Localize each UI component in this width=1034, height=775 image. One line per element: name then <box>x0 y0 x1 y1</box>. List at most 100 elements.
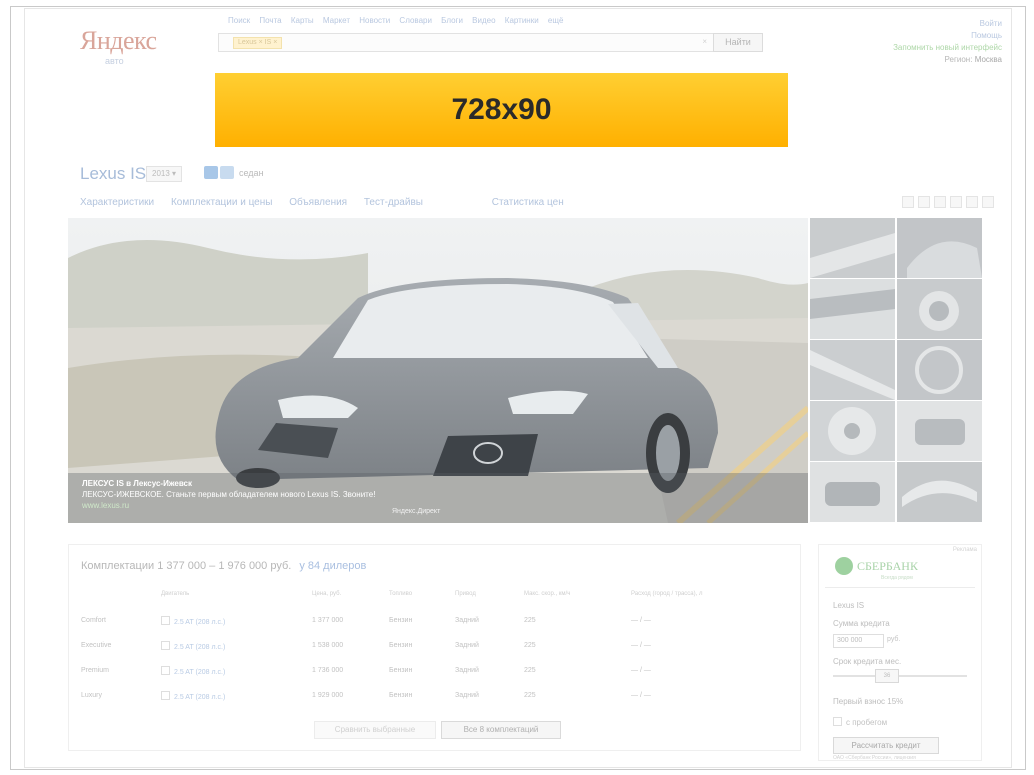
column-header-drive: Привод <box>455 591 476 597</box>
region-value[interactable]: Москва <box>975 55 1002 64</box>
service-link-video[interactable]: Видео <box>472 16 495 25</box>
thumbnail[interactable] <box>897 279 982 339</box>
photo-caption-ad[interactable]: ЛЕКСУС IS в Лексус-Ижевск ЛЕКСУС-ИЖЕВСКО… <box>82 478 375 511</box>
tab-configurations[interactable]: Комплектации и цены <box>171 197 273 208</box>
calculate-credit-button[interactable]: Рассчитать кредит <box>833 737 939 754</box>
thumbnail[interactable] <box>810 279 895 339</box>
ad-label: Реклама <box>952 547 977 553</box>
config-engine-link[interactable]: 2.5 AT (208 л.с.) <box>161 666 225 676</box>
region-selector[interactable]: Регион: Москва <box>893 54 1002 66</box>
config-fuel: Бензин <box>389 667 413 674</box>
tab-listings[interactable]: Объявления <box>289 197 347 208</box>
view-switcher <box>902 196 994 208</box>
compare-checkbox[interactable] <box>161 641 170 650</box>
slider-handle[interactable]: 36 <box>875 669 899 683</box>
config-fuel: Бензин <box>389 642 413 649</box>
login-link[interactable]: Войти <box>893 18 1002 30</box>
credit-model: Lexus IS <box>833 601 865 610</box>
model-tabs: Характеристики Комплектации и цены Объяв… <box>80 197 578 208</box>
thumbnail[interactable] <box>810 401 895 461</box>
thumbnail[interactable] <box>897 401 982 461</box>
thumbnail[interactable] <box>897 462 982 522</box>
column-header-consumption: Расход (город / трасса), л <box>631 591 703 597</box>
config-speed: 225 <box>524 667 536 674</box>
compare-checkbox[interactable] <box>161 691 170 700</box>
all-configurations-button[interactable]: Все 8 комплектаций <box>441 721 561 739</box>
search-button[interactable]: Найти <box>713 33 763 52</box>
compare-selected-button[interactable]: Сравнить выбранные <box>314 721 436 739</box>
credit-term-label: Срок кредита мес. <box>833 657 902 666</box>
caption-link[interactable]: www.lexus.ru <box>82 500 375 511</box>
credit-amount-input[interactable]: 300 000 <box>833 634 884 648</box>
header-user-panel: Войти Помощь Запомнить новый интерфейс Р… <box>893 18 1002 66</box>
body-type-label: седан <box>239 168 264 178</box>
service-link-search[interactable]: Поиск <box>228 16 250 25</box>
remember-interface-link[interactable]: Запомнить новый интерфейс <box>893 42 1002 54</box>
sedan-body-icon[interactable] <box>204 166 218 179</box>
view-icon-6[interactable] <box>982 196 994 208</box>
divider <box>825 587 975 588</box>
dealers-link[interactable]: у 84 дилеров <box>299 560 366 572</box>
config-name: Executive <box>81 642 112 649</box>
sberbank-credit-widget: Реклама СБЕРБАНК Всегда рядом Lexus IS С… <box>818 544 982 761</box>
column-header-price: Цена, руб. <box>312 591 342 597</box>
search-input[interactable]: Lexus × IS × × <box>218 33 716 52</box>
credit-amount-label: Сумма кредита <box>833 619 890 628</box>
config-drive: Задний <box>455 617 479 624</box>
thumbnail[interactable] <box>810 340 895 400</box>
view-icon-3[interactable] <box>934 196 946 208</box>
view-icon-1[interactable] <box>902 196 914 208</box>
config-price: 1 538 000 <box>312 642 344 649</box>
search-filter-chip[interactable]: Lexus × IS × <box>233 37 283 49</box>
photo-thumbnails <box>810 218 982 523</box>
service-link-dictionaries[interactable]: Словари <box>399 16 432 25</box>
service-link-more[interactable]: ещё <box>548 16 563 25</box>
view-icon-5[interactable] <box>966 196 978 208</box>
service-link-images[interactable]: Картинки <box>505 16 539 25</box>
body-variant-icon[interactable] <box>220 166 234 179</box>
credit-term-slider[interactable] <box>833 675 967 677</box>
thumbnail[interactable] <box>897 218 982 278</box>
checkbox-box[interactable] <box>833 717 842 726</box>
config-engine-link[interactable]: 2.5 AT (208 л.с.) <box>161 641 225 651</box>
thumbnail[interactable] <box>810 462 895 522</box>
compare-checkbox[interactable] <box>161 616 170 625</box>
thumbnail[interactable] <box>810 218 895 278</box>
config-name: Premium <box>81 667 110 674</box>
config-consumption: — / — <box>631 692 651 699</box>
sberbank-name[interactable]: СБЕРБАНК <box>857 559 918 574</box>
config-engine-link[interactable]: 2.5 AT (208 л.с.) <box>161 691 225 701</box>
config-name: Comfort <box>81 617 106 624</box>
config-speed: 225 <box>524 692 536 699</box>
config-consumption: — / — <box>631 667 651 674</box>
thumbnail[interactable] <box>897 340 982 400</box>
region-label: Регион: <box>944 55 973 64</box>
mileage-checkbox[interactable]: с пробегом <box>833 717 887 727</box>
service-link-market[interactable]: Маркет <box>323 16 350 25</box>
tab-test-drives[interactable]: Тест-драйвы <box>364 197 423 208</box>
service-link-mail[interactable]: Почта <box>259 16 281 25</box>
service-link-blogs[interactable]: Блоги <box>441 16 463 25</box>
year-dropdown[interactable]: 2013 ▾ <box>146 166 183 182</box>
service-link-news[interactable]: Новости <box>359 16 390 25</box>
config-drive: Задний <box>455 667 479 674</box>
logo-subtitle[interactable]: авто <box>105 56 124 66</box>
column-header-fuel: Топливо <box>389 591 413 597</box>
banner-size-label: 728x90 <box>451 93 552 126</box>
config-engine-link[interactable]: 2.5 AT (208 л.с.) <box>161 616 225 626</box>
config-price: 1 929 000 <box>312 692 344 699</box>
tab-price-statistics[interactable]: Статистика цен <box>492 197 564 208</box>
help-link[interactable]: Помощь <box>893 30 1002 42</box>
clear-icon[interactable]: × <box>702 37 707 46</box>
yandex-logo[interactable]: Яндекс <box>80 26 157 56</box>
sberbank-logo-icon[interactable] <box>835 557 853 575</box>
view-icon-4[interactable] <box>950 196 962 208</box>
caption-title: ЛЕКСУС IS в Лексус-Ижевск <box>82 479 193 488</box>
sberbank-tagline: Всегда рядом <box>881 575 913 581</box>
tab-specifications[interactable]: Характеристики <box>80 197 154 208</box>
ad-banner[interactable]: 728x90 <box>215 73 788 147</box>
service-link-maps[interactable]: Карты <box>291 16 314 25</box>
view-icon-2[interactable] <box>918 196 930 208</box>
compare-checkbox[interactable] <box>161 666 170 675</box>
caption-source[interactable]: Яндекс.Директ <box>392 508 440 515</box>
